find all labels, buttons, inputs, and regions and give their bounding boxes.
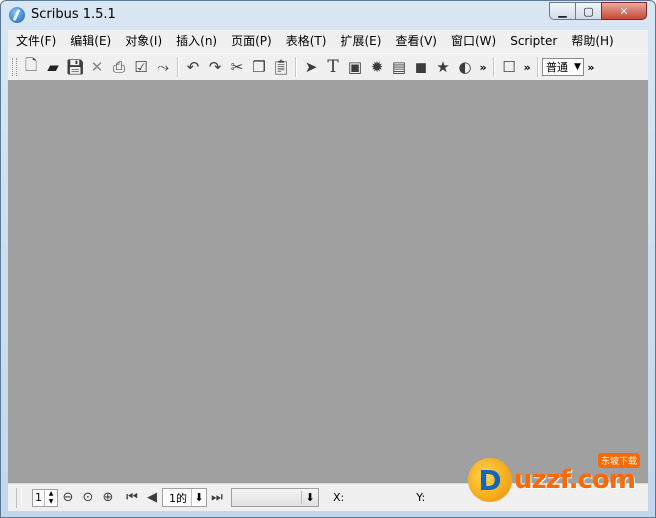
statusbar-grip bbox=[16, 487, 22, 508]
layer-dropdown-icon: ⬇ bbox=[301, 491, 318, 504]
menu-windows[interactable]: 窗口(W) bbox=[444, 30, 503, 52]
undo-icon[interactable]: ↶ bbox=[182, 56, 204, 78]
minimize-button[interactable]: ▁ bbox=[549, 2, 576, 20]
menu-view[interactable]: 查看(V) bbox=[388, 30, 444, 52]
x-coordinate-value bbox=[344, 489, 402, 507]
toolbar-grip[interactable] bbox=[12, 58, 17, 76]
image-frame-icon[interactable]: ▣ bbox=[344, 56, 366, 78]
polygon-star-icon[interactable]: ★ bbox=[432, 56, 454, 78]
toolbar-overflow-chevron[interactable]: » bbox=[476, 61, 490, 74]
page-selector[interactable]: 1的 ⬇ bbox=[162, 488, 207, 507]
toolbar-separator bbox=[295, 57, 297, 77]
mode-select[interactable]: 普通 ▼ bbox=[542, 58, 584, 76]
close-icon: ✕ bbox=[619, 4, 629, 18]
print-icon[interactable]: ⎙ bbox=[108, 56, 130, 78]
preflight-check-icon[interactable]: ☑ bbox=[130, 56, 152, 78]
title-bar[interactable]: Scribus 1.5.1 ▁ ▢ ✕ bbox=[1, 1, 655, 30]
table-icon[interactable]: ▤ bbox=[388, 56, 410, 78]
watermark-brand: uzzf.com bbox=[514, 465, 636, 495]
menu-scripter[interactable]: Scripter bbox=[503, 30, 564, 52]
next-last-page-icon[interactable]: ⏭ bbox=[207, 488, 227, 508]
watermark-logo-icon: D bbox=[468, 458, 512, 502]
document-canvas[interactable] bbox=[8, 80, 648, 483]
export-pdf-icon[interactable]: ⤳ bbox=[152, 56, 174, 78]
new-document-icon[interactable]: 🗋 bbox=[20, 56, 42, 78]
copy-icon[interactable]: ❐ bbox=[248, 56, 270, 78]
mode-select-value: 普通 bbox=[546, 61, 568, 74]
menu-edit[interactable]: 编辑(E) bbox=[63, 30, 118, 52]
select-pointer-icon[interactable]: ➤ bbox=[300, 56, 322, 78]
spin-up-icon[interactable]: ▲ bbox=[49, 490, 54, 498]
toolbar-overflow-chevron-2[interactable]: » bbox=[520, 61, 534, 74]
menu-file[interactable]: 文件(F) bbox=[8, 30, 63, 52]
previous-page-icon[interactable]: ◀ bbox=[142, 488, 162, 508]
cut-icon[interactable]: ✂ bbox=[226, 56, 248, 78]
watermark-sub: 东坡下载 bbox=[597, 453, 640, 468]
menu-bar: 文件(F) 编辑(E) 对象(I) 插入(n) 页面(P) 表格(T) 扩展(E… bbox=[8, 30, 648, 52]
menu-page[interactable]: 页面(P) bbox=[224, 30, 279, 52]
menu-help[interactable]: 帮助(H) bbox=[564, 30, 620, 52]
client-area: 文件(F) 编辑(E) 对象(I) 插入(n) 页面(P) 表格(T) 扩展(E… bbox=[8, 30, 648, 511]
zoom-value: 1 bbox=[35, 491, 42, 504]
open-folder-icon[interactable]: ▰ bbox=[42, 56, 64, 78]
window-title: Scribus 1.5.1 bbox=[31, 7, 116, 22]
maximize-icon: ▢ bbox=[583, 4, 594, 18]
toolbar-overflow-chevron-3[interactable]: » bbox=[584, 61, 598, 74]
menu-insert[interactable]: 插入(n) bbox=[169, 30, 224, 52]
preview-mode-icon[interactable]: ☐ bbox=[498, 56, 520, 78]
close-document-icon[interactable]: ✕ bbox=[86, 56, 108, 78]
scribus-app-icon[interactable] bbox=[9, 7, 25, 23]
first-page-icon[interactable]: ⏮ bbox=[122, 488, 142, 508]
save-icon[interactable]: 💾︎ bbox=[64, 56, 86, 78]
main-toolbar: 🗋 ▰ 💾︎ ✕ ⎙ ☑ ⤳ ↶ ↷ ✂ ❐ 📋︎ ➤ T ▣ ✹ ▤ ◼ ★ … bbox=[8, 53, 648, 81]
x-coordinate-label: X: bbox=[333, 491, 345, 504]
paste-icon[interactable]: 📋︎ bbox=[270, 56, 292, 78]
chevron-down-icon: ▼ bbox=[574, 62, 581, 72]
maximize-button[interactable]: ▢ bbox=[575, 2, 602, 20]
site-watermark: D uzzf.com 东坡下载 bbox=[468, 453, 640, 502]
menu-table[interactable]: 表格(T) bbox=[279, 30, 334, 52]
y-coordinate-label: Y: bbox=[416, 491, 426, 504]
menu-object[interactable]: 对象(I) bbox=[118, 30, 169, 52]
page-value: 1的 bbox=[169, 491, 187, 505]
toolbar-separator bbox=[537, 57, 539, 77]
app-window: Scribus 1.5.1 ▁ ▢ ✕ 文件(F) 编辑(E) 对象(I) 插入… bbox=[0, 0, 656, 518]
zoom-reset-icon[interactable]: ⊙ bbox=[78, 488, 98, 508]
close-button[interactable]: ✕ bbox=[601, 2, 647, 20]
window-controls: ▁ ▢ ✕ bbox=[549, 2, 647, 21]
zoom-out-icon[interactable]: ⊖ bbox=[58, 488, 78, 508]
minimize-icon: ▁ bbox=[558, 4, 567, 18]
text-frame-icon[interactable]: T bbox=[322, 56, 344, 78]
spin-arrows[interactable]: ▲ ▼ bbox=[44, 489, 57, 506]
zoom-in-icon[interactable]: ⊕ bbox=[98, 488, 118, 508]
render-frame-icon[interactable]: ✹ bbox=[366, 56, 388, 78]
menu-extras[interactable]: 扩展(E) bbox=[333, 30, 388, 52]
arc-icon[interactable]: ◐ bbox=[454, 56, 476, 78]
toolbar-separator bbox=[493, 57, 495, 77]
redo-icon[interactable]: ↷ bbox=[204, 56, 226, 78]
shape-icon[interactable]: ◼ bbox=[410, 56, 432, 78]
spin-down-icon[interactable]: ▼ bbox=[49, 498, 54, 506]
layer-select[interactable]: ⬇ bbox=[231, 488, 319, 507]
page-dropdown-icon[interactable]: ⬇ bbox=[191, 489, 206, 506]
toolbar-separator bbox=[177, 57, 179, 77]
zoom-spinbox[interactable]: 1 ▲ ▼ bbox=[32, 488, 58, 507]
